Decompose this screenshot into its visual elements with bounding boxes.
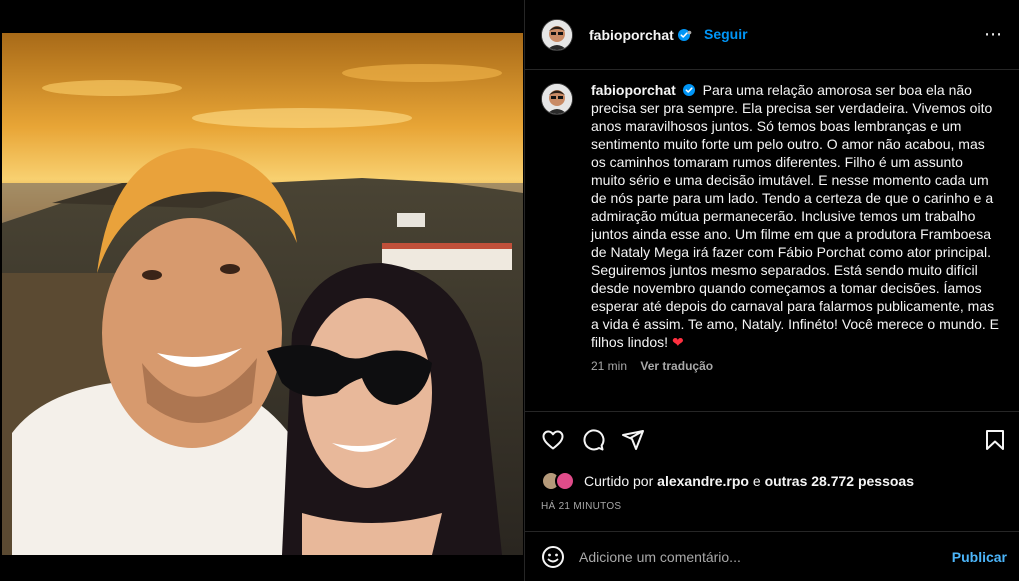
- actions-bar: Curtido por alexandre.rpo e outras 28.77…: [525, 411, 1019, 531]
- selfie-illustration: [2, 33, 523, 555]
- header-separator-dot: •: [687, 24, 692, 40]
- caption-author-avatar[interactable]: [541, 83, 573, 115]
- caption-username[interactable]: fabioporchat: [591, 82, 676, 98]
- post-caption: fabioporchat Para uma relação amorosa se…: [591, 81, 1001, 351]
- liked-by-prefix: Curtido por: [584, 473, 654, 489]
- heart-icon[interactable]: [541, 428, 565, 452]
- share-icon[interactable]: [621, 428, 645, 452]
- author-username[interactable]: fabioporchat: [589, 27, 674, 43]
- caption-text: Para uma relação amorosa ser boa ela não…: [591, 82, 1000, 350]
- publish-button[interactable]: Publicar: [952, 549, 1007, 565]
- post-photo[interactable]: [2, 33, 523, 555]
- more-options-icon[interactable]: ⋯: [984, 25, 1003, 43]
- caption-heart-emoji: ❤: [671, 334, 684, 350]
- post-header: fabioporchat • Seguir ⋯: [525, 0, 1019, 70]
- post-side-panel: fabioporchat • Seguir ⋯ fabioporchat Par…: [525, 0, 1019, 581]
- photo-pane: [0, 0, 525, 581]
- comment-input[interactable]: [579, 546, 939, 568]
- liked-by-text: Curtido por alexandre.rpo e outras 28.77…: [584, 473, 914, 489]
- bookmark-icon[interactable]: [983, 428, 1007, 452]
- post-modal: fabioporchat • Seguir ⋯ fabioporchat Par…: [0, 0, 1019, 581]
- liked-by-first-user[interactable]: alexandre.rpo: [657, 473, 749, 489]
- emoji-icon[interactable]: [541, 545, 565, 569]
- follow-button[interactable]: Seguir: [704, 26, 748, 42]
- comment-bar: Publicar: [525, 531, 1019, 581]
- caption-meta: 21 min Ver tradução: [591, 359, 713, 373]
- author-avatar[interactable]: [541, 19, 573, 51]
- liked-by-connector: e: [752, 473, 761, 489]
- post-timestamp[interactable]: HÁ 21 MINUTOS: [541, 501, 621, 512]
- caption-area: fabioporchat Para uma relação amorosa se…: [525, 71, 1019, 411]
- caption-time: 21 min: [591, 359, 628, 373]
- see-translation-link[interactable]: Ver tradução: [640, 359, 713, 373]
- liked-by-others-link[interactable]: outras 28.772 pessoas: [765, 473, 914, 489]
- liker-avatar[interactable]: [555, 471, 575, 491]
- comment-icon[interactable]: [581, 428, 605, 452]
- verified-badge-icon: [682, 84, 695, 96]
